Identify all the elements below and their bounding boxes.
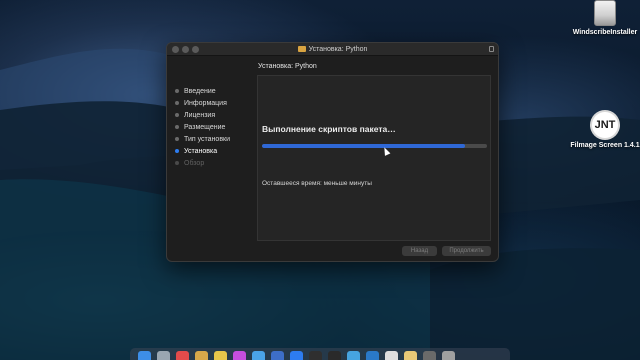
music-icon[interactable]	[233, 351, 246, 360]
app-store-icon[interactable]	[290, 351, 303, 360]
drive-icon	[594, 0, 616, 26]
window-title-group: Установка: Python	[297, 45, 368, 53]
step-label: Тип установки	[184, 135, 231, 143]
desktop-icon-label: Filmage Screen 1.4.1	[570, 142, 640, 149]
installer-window: Установка: Python Установка: Python Введ…	[166, 42, 499, 262]
step-dot	[175, 89, 179, 93]
step-installation: Установка	[175, 145, 230, 157]
step-installation-type: Тип установки	[175, 133, 230, 145]
step-dot	[175, 101, 179, 105]
step-label: Информация	[184, 99, 227, 107]
telegram-icon[interactable]	[347, 351, 360, 360]
installer-header: Установка: Python	[258, 63, 317, 70]
back-button[interactable]: Назад	[402, 246, 437, 256]
dock	[130, 348, 510, 360]
step-license: Лицензия	[175, 109, 230, 121]
terminal-icon[interactable]	[328, 351, 341, 360]
install-status-text: Выполнение скриптов пакета…	[262, 124, 396, 134]
step-dot	[175, 137, 179, 141]
step-label: Введение	[184, 87, 216, 95]
notes-icon[interactable]	[195, 351, 208, 360]
window-title: Установка: Python	[308, 45, 368, 53]
lock-icon[interactable]	[489, 46, 494, 52]
step-information: Информация	[175, 97, 230, 109]
trash-icon[interactable]	[442, 351, 455, 360]
zoom-window-button[interactable]	[192, 46, 199, 53]
step-dot	[175, 125, 179, 129]
install-progress-fill	[262, 144, 465, 148]
launchpad-icon[interactable]	[157, 351, 170, 360]
windscribe-installer-desktop-icon[interactable]: WindscribeInstaller	[570, 0, 640, 37]
window-titlebar[interactable]: Установка: Python	[167, 43, 498, 56]
filmage-screen-desktop-icon[interactable]: JNT Filmage Screen 1.4.1	[570, 112, 640, 150]
step-introduction: Введение	[175, 85, 230, 97]
step-dot	[175, 113, 179, 117]
step-dot	[175, 161, 179, 165]
desktop-icon-label: WindscribeInstaller	[572, 29, 638, 36]
install-progress-bar	[262, 144, 487, 148]
time-remaining-text: Оставшееся время: меньше минуты	[262, 180, 372, 187]
install-content-panel: Выполнение скриптов пакета… Оставшееся в…	[257, 75, 491, 241]
chrome-icon[interactable]	[252, 351, 265, 360]
step-label: Размещение	[184, 123, 226, 131]
installer-steps-sidebar: Введение Информация Лицензия Размещение …	[175, 85, 230, 169]
close-window-button[interactable]	[172, 46, 179, 53]
step-label: Установка	[184, 147, 218, 155]
step-label: Лицензия	[184, 111, 216, 119]
package-icon	[297, 46, 306, 52]
step-label: Обзор	[184, 159, 205, 167]
pycharm-icon[interactable]	[309, 351, 322, 360]
window-controls	[172, 46, 199, 53]
stickies-icon[interactable]	[214, 351, 227, 360]
folder-icon[interactable]	[404, 351, 417, 360]
step-destination: Размещение	[175, 121, 230, 133]
filmage-app-icon: JNT	[592, 112, 618, 138]
preview-icon[interactable]	[385, 351, 398, 360]
continue-button[interactable]: Продолжить	[442, 246, 491, 256]
vscode-icon[interactable]	[366, 351, 379, 360]
safari-icon[interactable]	[271, 351, 284, 360]
screenshot-icon[interactable]	[423, 351, 436, 360]
step-summary: Обзор	[175, 157, 230, 169]
minimize-window-button[interactable]	[182, 46, 189, 53]
calendar-icon[interactable]	[176, 351, 189, 360]
step-dot-active	[175, 149, 179, 153]
finder-icon[interactable]	[138, 351, 151, 360]
